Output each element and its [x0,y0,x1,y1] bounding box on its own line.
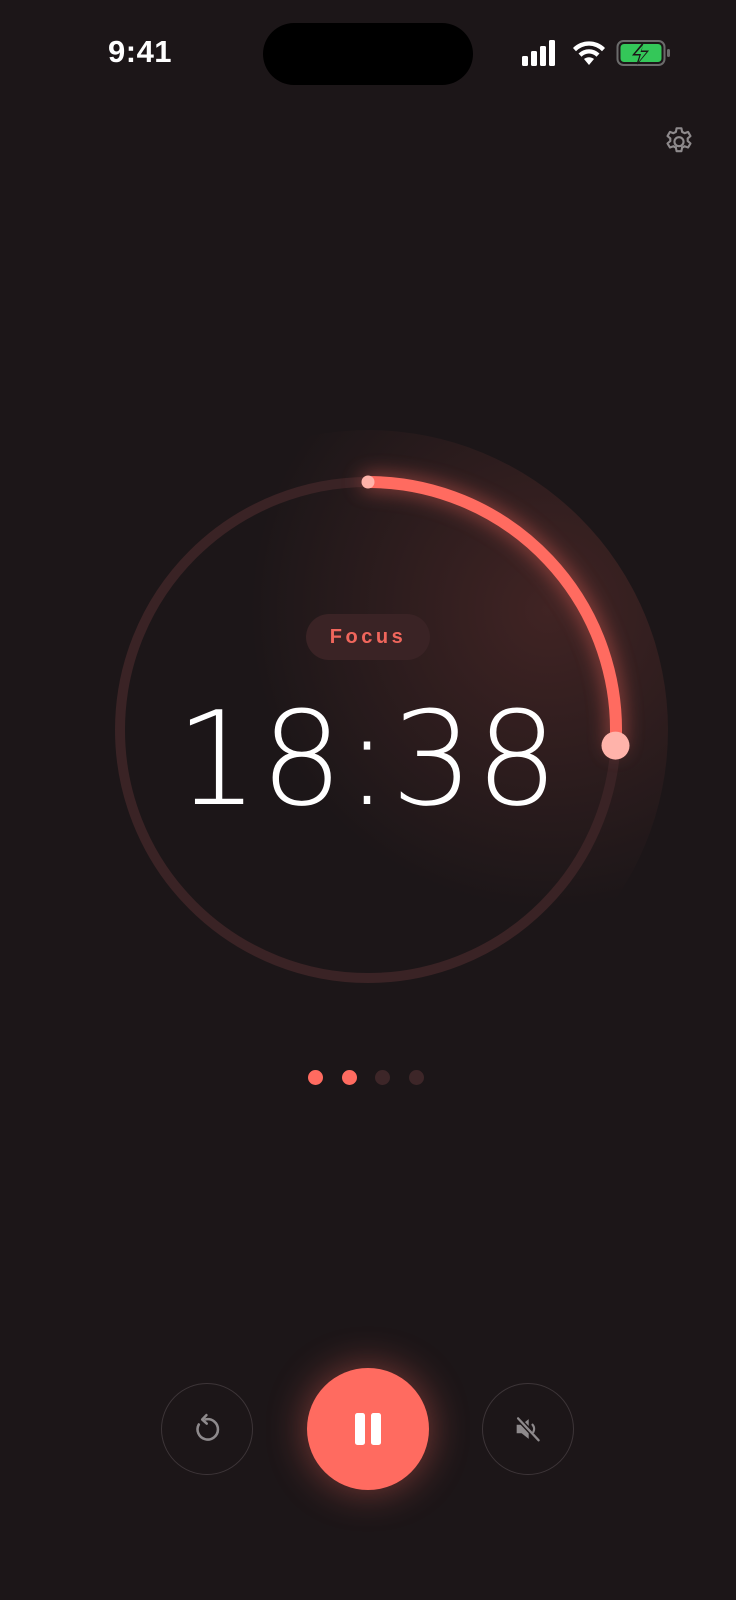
mode-pill[interactable]: Focus [306,614,430,660]
session-dot [341,1070,357,1085]
pause-icon [355,1413,381,1445]
session-dot [375,1070,390,1085]
mute-button[interactable] [482,1383,574,1475]
session-dot [308,1070,323,1085]
reset-icon [196,1413,220,1441]
session-dot [408,1070,424,1085]
mode-label: Focus [329,625,407,648]
pause-button[interactable] [307,1368,429,1490]
progress-start-cap [361,475,375,489]
controls [0,1368,736,1492]
progress-handle[interactable] [601,731,630,760]
mute-icon [515,1415,542,1443]
timer-area: Focus 18:38 [0,0,736,1600]
time-remaining: 18:38 [175,683,561,835]
reset-button[interactable] [161,1383,253,1475]
session-indicator [308,1070,428,1086]
